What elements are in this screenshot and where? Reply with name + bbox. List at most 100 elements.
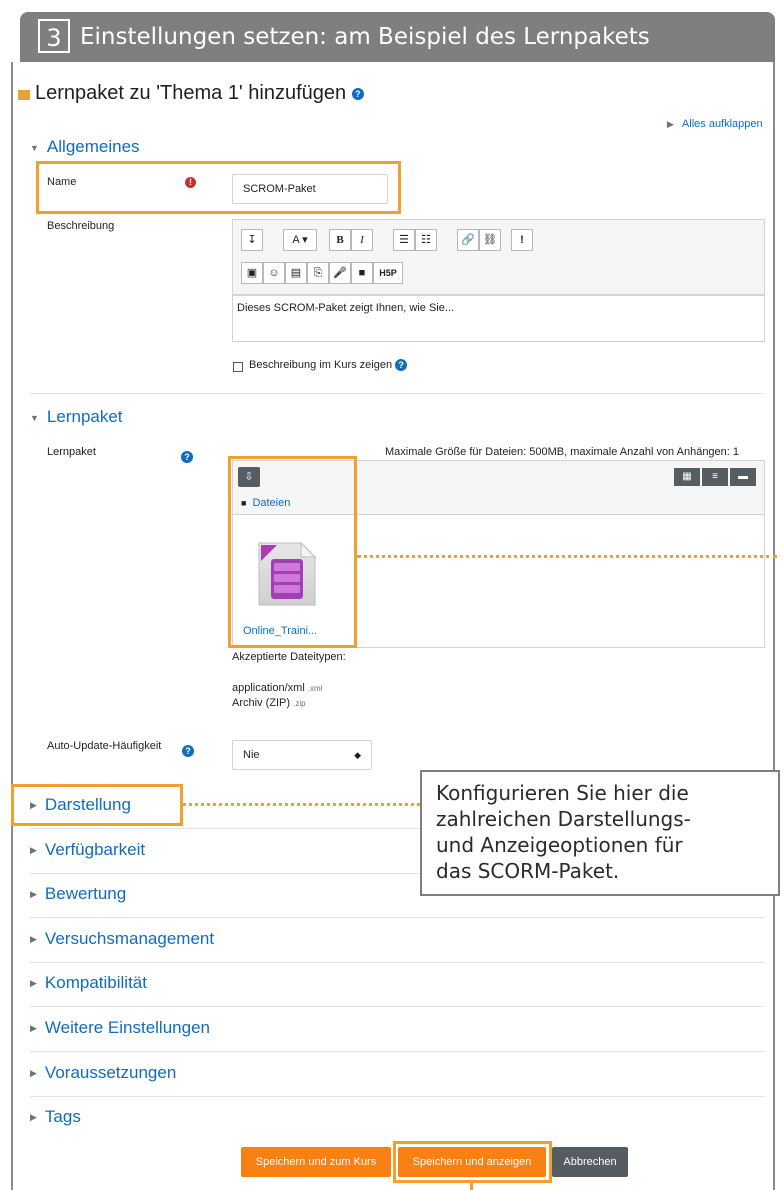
section-restrictions-toggle[interactable]: ▶ Voraussetzungen — [30, 1063, 176, 1083]
divider — [30, 1006, 765, 1007]
callout-text: Konfigurieren Sie hier die zahlreichen D… — [436, 780, 691, 884]
divider — [30, 393, 765, 394]
chevron-right-icon: ▶ — [30, 800, 37, 811]
package-label: Lernpaket — [47, 446, 96, 458]
chevron-down-icon: ▼ — [30, 412, 39, 423]
tutorial-frame: 3 Einstellungen setzen: am Beispiel des … — [0, 0, 783, 1190]
page-title: Lernpaket zu 'Thema 1' hinzufügen ? — [35, 82, 364, 105]
accepted-type-ext: .xml — [307, 684, 323, 693]
section-compatibility-label: Kompatibilität — [44, 973, 147, 992]
expand-all-link[interactable]: ▶ Alles aufklappen — [667, 118, 763, 130]
step-number: 3 — [38, 19, 70, 53]
section-more-settings-toggle[interactable]: ▶ Weitere Einstellungen — [30, 1018, 210, 1038]
help-icon[interactable]: ? — [182, 744, 194, 757]
chevron-right-icon: ▶ — [30, 1023, 37, 1034]
auto-update-help: ? — [182, 742, 194, 760]
toolbar-media-button[interactable]: ▤ — [285, 262, 307, 284]
select-arrows-icon: ◆ — [354, 750, 361, 760]
toolbar-link-button[interactable]: 🔗 — [457, 229, 479, 251]
callout-line: und Anzeigeoptionen für — [436, 833, 683, 857]
toolbar-image-button[interactable]: ▣ — [241, 262, 263, 284]
toolbar-smiley-button[interactable]: ☺ — [263, 262, 285, 284]
section-general-toggle[interactable]: ▼ Allgemeines — [30, 137, 140, 157]
section-grading-toggle[interactable]: ▶ Bewertung — [30, 884, 126, 904]
section-attempts-toggle[interactable]: ▶ Versuchsmanagement — [30, 929, 214, 949]
toolbar-bullet-list-button[interactable]: ☰ — [393, 229, 415, 251]
section-tags-toggle[interactable]: ▶ Tags — [30, 1107, 81, 1127]
name-field-value: SCROM-Paket — [243, 183, 316, 195]
connector-dots — [357, 555, 777, 558]
chevron-right-icon: ▶ — [30, 1112, 37, 1123]
callout-line: Konfigurieren Sie hier die — [436, 781, 689, 805]
callout-box: Konfigurieren Sie hier die zahlreichen D… — [420, 770, 780, 896]
accepted-type-ext: .zip — [293, 699, 306, 708]
chevron-right-icon: ▶ — [30, 889, 37, 900]
section-restrictions-label: Voraussetzungen — [44, 1063, 177, 1082]
show-description-checkbox[interactable] — [233, 362, 243, 372]
callout-line: zahlreichen Darstellungs- — [436, 807, 691, 831]
cancel-button[interactable]: Abbrechen — [552, 1147, 628, 1177]
accepted-types-label: Akzeptierte Dateitypen: — [232, 651, 346, 663]
auto-update-select[interactable]: Nie ◆ — [232, 740, 372, 770]
description-editor[interactable]: Dieses SCROM-Paket zeigt Ihnen, wie Sie.… — [232, 295, 765, 342]
auto-update-label: Auto-Update-Häufigkeit — [47, 740, 162, 752]
chevron-right-icon: ▶ — [30, 978, 37, 989]
chevron-right-icon: ▶ — [667, 118, 674, 129]
chevron-right-icon: ▶ — [30, 1068, 37, 1079]
toolbar-record-video-button[interactable]: ■ — [351, 262, 373, 284]
step-title: Einstellungen setzen: am Beispiel des Le… — [80, 24, 650, 50]
toolbar-expand-button[interactable]: ↧ — [241, 229, 263, 251]
auto-update-value: Nie — [243, 749, 260, 761]
toolbar-italic-button[interactable]: I — [351, 229, 373, 251]
accepted-type-name: application/xml — [232, 682, 305, 694]
accepted-type-name: Archiv (ZIP) — [232, 697, 291, 709]
section-compatibility-toggle[interactable]: ▶ Kompatibilität — [30, 973, 147, 993]
help-icon[interactable]: ? — [181, 450, 193, 463]
expand-all-label: Alles aufklappen — [681, 118, 763, 130]
save-and-return-button[interactable]: Speichern und zum Kurs — [241, 1147, 391, 1177]
name-label: Name — [47, 176, 77, 188]
connector-dots — [183, 803, 420, 806]
section-display-toggle[interactable]: ▶ Darstellung — [30, 795, 131, 815]
view-icons-icon[interactable]: ▦ — [674, 468, 700, 486]
chevron-down-icon: ▼ — [30, 142, 39, 153]
package-help: ? — [181, 448, 193, 466]
toolbar-h5p-button[interactable]: H5P — [373, 262, 403, 284]
section-availability-toggle[interactable]: ▶ Verfügbarkeit — [30, 840, 145, 860]
toolbar-unlink-button[interactable]: ⛓ — [479, 229, 501, 251]
accepted-type-xml: application/xml .xml — [232, 682, 323, 694]
toolbar-numbered-list-button[interactable]: ☷ — [415, 229, 437, 251]
step-header: 3 Einstellungen setzen: am Beispiel des … — [20, 12, 775, 62]
accepted-type-zip: Archiv (ZIP) .zip — [232, 697, 306, 709]
view-switcher: ▦ ≡ ▬ — [674, 468, 756, 486]
help-icon[interactable]: ? — [351, 87, 364, 100]
view-tree-icon[interactable]: ▬ — [730, 468, 756, 486]
section-package-toggle[interactable]: ▼ Lernpaket — [30, 407, 123, 427]
show-description-label-wrap: Beschreibung im Kurs zeigen ? — [249, 359, 408, 372]
section-package-label: Lernpaket — [46, 407, 123, 426]
divider — [30, 1096, 765, 1097]
view-list-icon[interactable]: ≡ — [702, 468, 728, 486]
toolbar-bold-button[interactable]: B — [329, 229, 351, 251]
chevron-right-icon: ▶ — [30, 845, 37, 856]
section-grading-label: Bewertung — [44, 884, 127, 903]
editor-toolbar: ↧ A ▾ B I ☰ ☷ 🔗 ⛓ ! ▣ ☺ ▤ ⎘ 🎤 ■ H5P — [232, 219, 765, 295]
chevron-right-icon: ▶ — [30, 934, 37, 945]
required-icon: ! — [185, 177, 196, 188]
section-more-settings-label: Weitere Einstellungen — [44, 1018, 210, 1037]
toolbar-record-audio-button[interactable]: 🎤 — [329, 262, 351, 284]
description-label: Beschreibung — [47, 220, 115, 232]
description-text: Dieses SCROM-Paket zeigt Ihnen, wie Sie.… — [237, 302, 455, 314]
toolbar-manage-files-button[interactable]: ⎘ — [307, 262, 329, 284]
show-description-label: Beschreibung im Kurs zeigen — [249, 359, 393, 371]
section-attempts-label: Versuchsmanagement — [44, 929, 215, 948]
name-field[interactable]: SCROM-Paket — [232, 174, 388, 204]
toolbar-emoji-button[interactable]: ! — [511, 229, 533, 251]
section-general-label: Allgemeines — [46, 137, 140, 156]
section-display-label: Darstellung — [44, 795, 131, 814]
section-tags-label: Tags — [44, 1107, 81, 1126]
toolbar-font-button[interactable]: A ▾ — [283, 229, 317, 251]
help-icon[interactable]: ? — [395, 359, 408, 372]
divider — [30, 917, 765, 918]
section-availability-label: Verfügbarkeit — [44, 840, 146, 859]
